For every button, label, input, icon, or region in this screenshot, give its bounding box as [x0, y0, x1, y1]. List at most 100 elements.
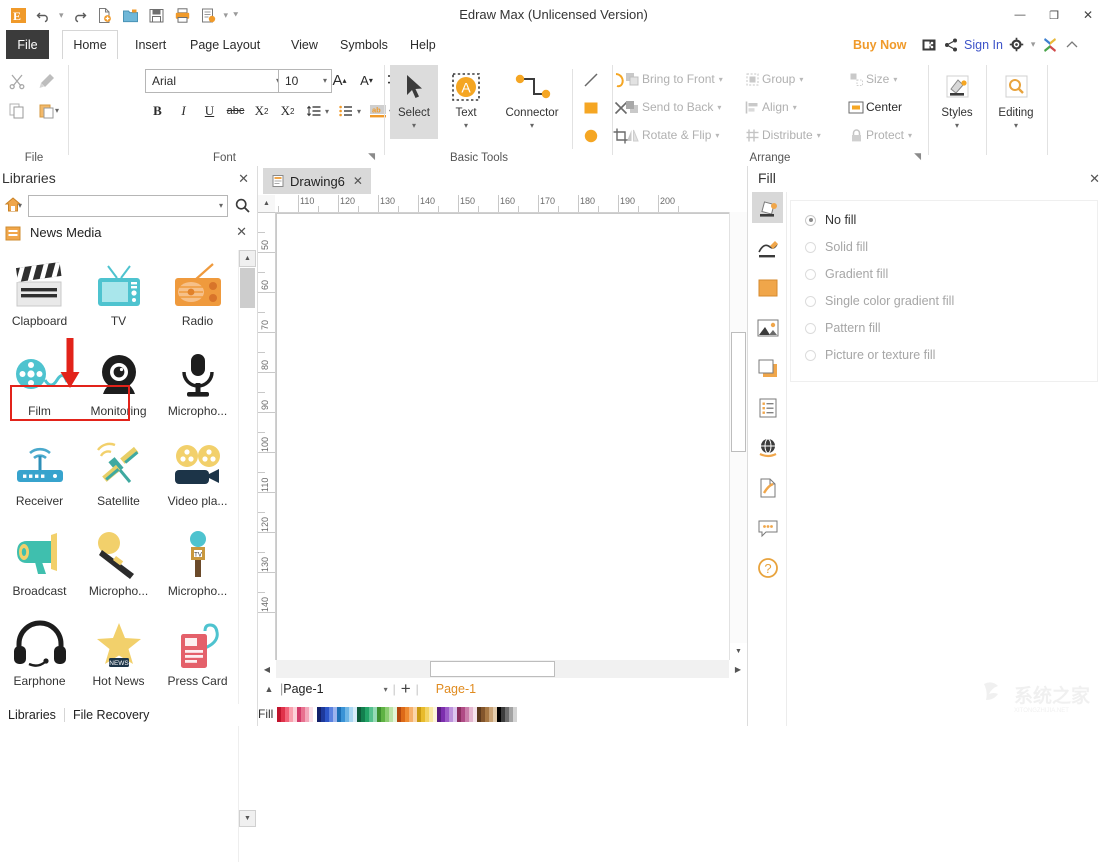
select-tool-caret[interactable]: ▾ [412, 121, 416, 130]
canvas-scroll-down-icon[interactable]: ▼ [730, 643, 747, 660]
collapse-ribbon-icon[interactable] [1063, 36, 1080, 53]
fill-option-no-fill[interactable]: No fill [805, 209, 856, 231]
menu-view[interactable]: View [282, 30, 327, 59]
menu-symbols[interactable]: Symbols [331, 30, 397, 59]
distribute-button[interactable]: Distribute ▾ [742, 124, 836, 146]
font-size-input[interactable]: 10 ▾ [278, 69, 332, 93]
menu-help[interactable]: Help [401, 30, 445, 59]
page-selector-caret[interactable]: ▾ [384, 685, 388, 694]
maximize-button[interactable]: ❐ [1037, 1, 1071, 29]
text-tool-caret[interactable]: ▾ [464, 121, 468, 130]
group-caret[interactable]: ▾ [799, 75, 803, 84]
apps-icon[interactable] [1041, 36, 1058, 53]
shape-clapboard[interactable]: Clapboard [0, 250, 79, 340]
color-swatches[interactable] [277, 706, 518, 722]
cloud-save-icon[interactable] [920, 36, 937, 53]
canvas-vscroll-thumb[interactable] [731, 332, 746, 452]
line-pen-icon[interactable] [752, 232, 783, 263]
library-home-caret[interactable]: ▾ [18, 201, 22, 210]
menu-insert[interactable]: Insert [126, 30, 175, 59]
close-button[interactable]: ✕ [1071, 1, 1105, 29]
canvas-scroll-right-icon[interactable]: ▶ [729, 660, 747, 678]
shape-satellite[interactable]: Satellite [79, 430, 158, 520]
fill-option-gradient-fill[interactable]: Gradient fill [805, 263, 888, 285]
align-caret[interactable]: ▾ [793, 103, 797, 112]
rotate-flip-button[interactable]: Rotate & Flip ▾ [622, 124, 734, 146]
color-swatch[interactable] [513, 706, 518, 722]
libraries-scrollbar[interactable]: ▲ ▼ [238, 250, 256, 862]
shape-broadcast[interactable]: Broadcast [0, 520, 79, 610]
picture-icon[interactable] [752, 312, 783, 343]
ellipse-icon[interactable] [578, 123, 604, 149]
radio-single-color-gradient-fill[interactable] [805, 295, 816, 307]
tab-libraries[interactable]: Libraries [0, 708, 64, 722]
help-icon[interactable]: ? [752, 552, 783, 583]
menu-page-layout[interactable]: Page Layout [181, 30, 269, 59]
protect-caret[interactable]: ▾ [908, 131, 912, 140]
canvas-vertical-scrollbar[interactable]: ▼ [729, 212, 747, 660]
underline-button[interactable]: U [197, 99, 222, 123]
shape-hot-news[interactable]: NEWS Hot News [79, 610, 158, 700]
radio-pattern-fill[interactable] [805, 322, 816, 334]
radio-no-fill[interactable] [805, 214, 816, 226]
subscript-button[interactable]: X2 [249, 99, 274, 123]
minimize-button[interactable]: — [1003, 1, 1037, 29]
library-search-input[interactable]: ▾ [28, 195, 228, 217]
share-icon[interactable] [942, 36, 959, 53]
bring-to-front-caret[interactable]: ▾ [719, 75, 723, 84]
canvas-horizontal-scrollbar[interactable]: ◀ ▶ [258, 660, 747, 678]
select-tool-button[interactable]: Select ▾ [390, 65, 438, 139]
search-icon[interactable] [232, 195, 252, 215]
radio-gradient-fill[interactable] [805, 268, 816, 280]
protect-button[interactable]: Protect ▾ [846, 124, 924, 146]
scrollbar-thumb[interactable] [240, 268, 255, 308]
radio-solid-fill[interactable] [805, 241, 816, 253]
fill-panel-close-icon[interactable]: ✕ [1089, 171, 1100, 187]
editing-caret[interactable]: ▾ [1014, 121, 1018, 130]
shape-radio[interactable]: Radio [158, 250, 237, 340]
fill-option-single-color-gradient-fill[interactable]: Single color gradient fill [805, 290, 954, 312]
settings-caret[interactable]: ▾ [1030, 39, 1037, 50]
font-family-input[interactable]: Arial ▾ [145, 69, 285, 93]
send-to-back-caret[interactable]: ▾ [717, 103, 721, 112]
rotate-flip-caret[interactable]: ▾ [715, 131, 719, 140]
editing-button[interactable]: Editing ▾ [992, 65, 1040, 139]
scroll-up-icon[interactable]: ▲ [239, 250, 256, 267]
menu-file[interactable]: File [6, 30, 49, 59]
buy-now-button[interactable]: Buy Now [853, 30, 906, 59]
page-selector[interactable]: | Page-1 ▾ [280, 682, 388, 696]
strikethrough-button[interactable]: abc [223, 99, 248, 123]
line-spacing-icon[interactable] [301, 99, 326, 123]
comment-icon[interactable] [752, 512, 783, 543]
bring-to-front-button[interactable]: Bring to Front ▾ [622, 68, 734, 90]
fill-bucket-icon[interactable] [752, 192, 783, 223]
distribute-caret[interactable]: ▾ [817, 131, 821, 140]
libraries-close-icon[interactable]: ✕ [238, 171, 249, 187]
shape-microphone-2[interactable]: Micropho... [79, 520, 158, 610]
group-button[interactable]: Group ▾ [742, 68, 826, 90]
shape-film[interactable]: Film [0, 340, 79, 430]
shape-video-player[interactable]: Video pla... [158, 430, 237, 520]
bold-button[interactable]: B [145, 99, 170, 123]
arrange-dialog-launcher[interactable]: ◥ [914, 151, 921, 162]
center-button[interactable]: Center [846, 96, 918, 118]
document-tab-drawing6[interactable]: Drawing6 ✕ [263, 168, 371, 194]
shrink-font-button[interactable]: A ▾ [354, 68, 379, 92]
library-open-item[interactable]: News Media ✕ [0, 218, 257, 248]
text-tool-button[interactable]: A Text ▾ [442, 65, 490, 139]
shape-press-card[interactable]: Press Card [158, 610, 237, 700]
library-search-caret[interactable]: ▾ [219, 201, 223, 210]
gear-icon[interactable] [1008, 36, 1025, 53]
shape-tv[interactable]: TV [79, 250, 158, 340]
fill-option-picture-or-texture-fill[interactable]: Picture or texture fill [805, 344, 935, 366]
page-tab-page-1[interactable]: Page-1 [436, 682, 476, 696]
superscript-button[interactable]: X2 [275, 99, 300, 123]
fill-option-solid-fill[interactable]: Solid fill [805, 236, 868, 258]
radio-picture-or-texture-fill[interactable] [805, 349, 816, 361]
shape-microphone-1[interactable]: Micropho... [158, 340, 237, 430]
send-to-back-button[interactable]: Send to Back ▾ [622, 96, 734, 118]
rectangle-icon[interactable] [578, 95, 604, 121]
fill-option-pattern-fill[interactable]: Pattern fill [805, 317, 881, 339]
add-page-button[interactable]: + [401, 680, 411, 697]
size-button[interactable]: Size ▾ [846, 68, 916, 90]
